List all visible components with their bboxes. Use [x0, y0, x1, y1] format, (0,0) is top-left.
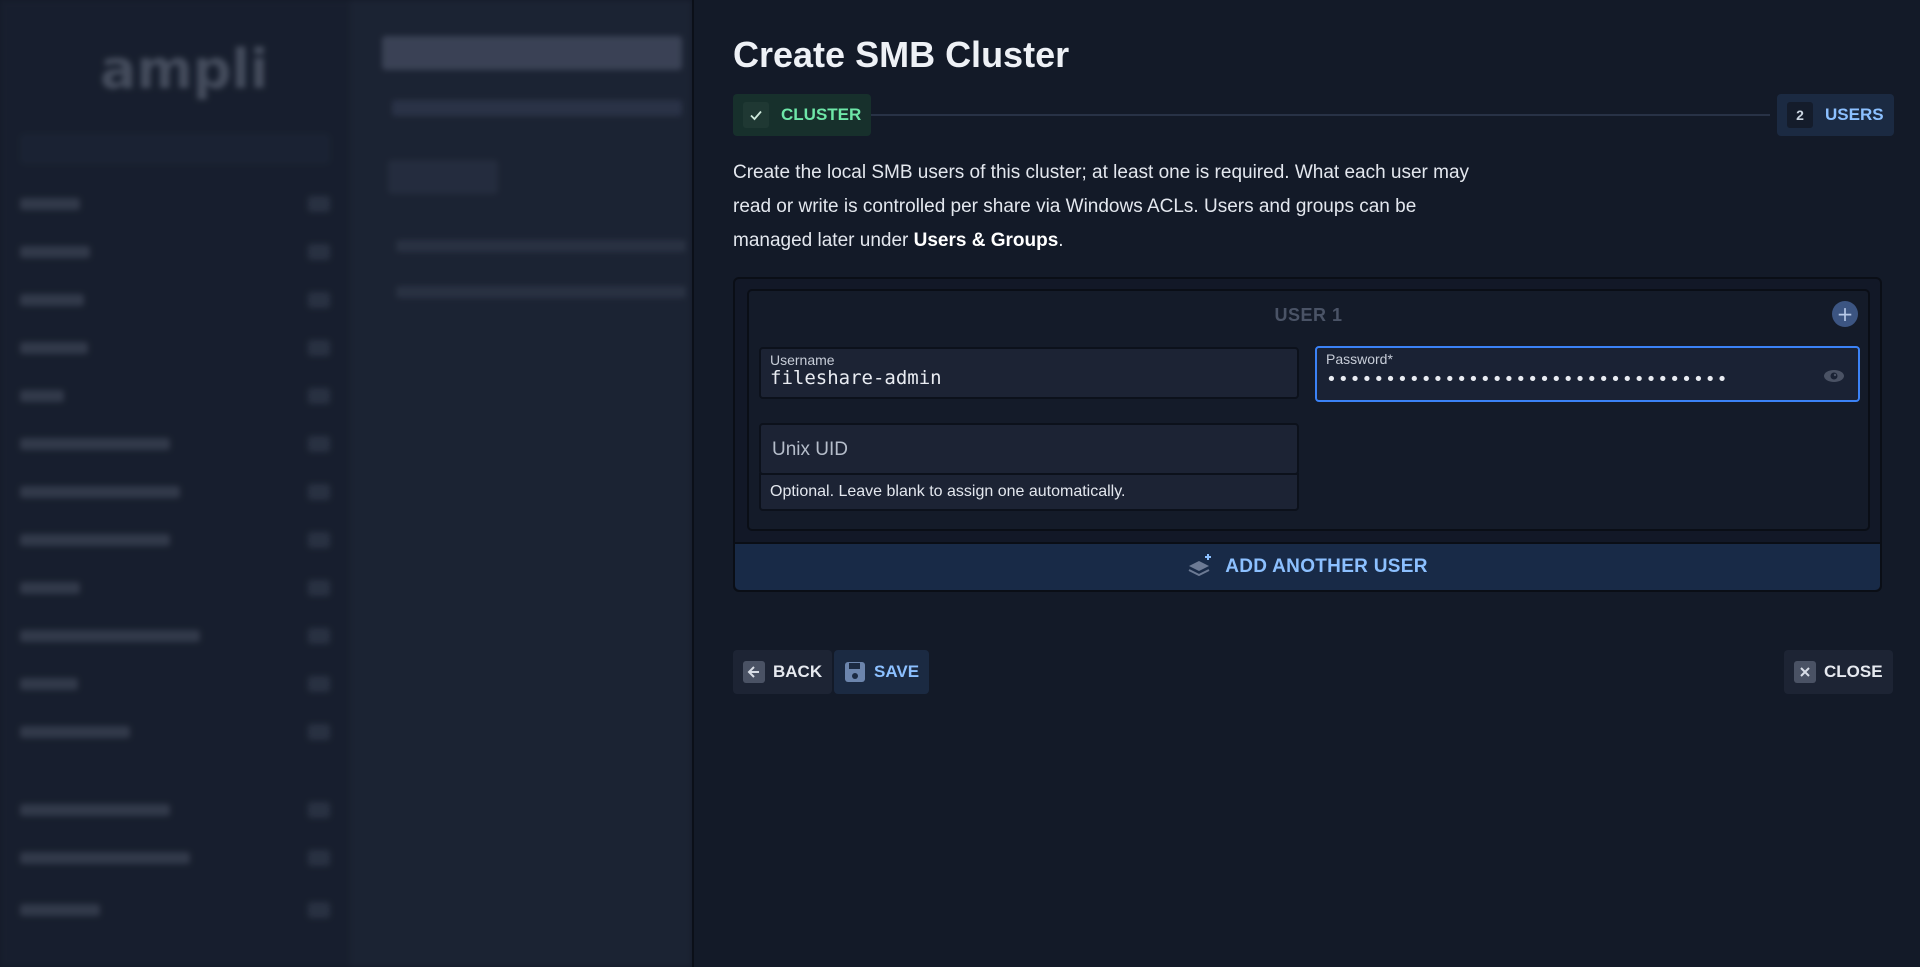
user-card-heading: USER 1 [1274, 305, 1343, 325]
background-nav-item [20, 337, 330, 359]
step-cluster[interactable]: CLUSTER [733, 94, 872, 136]
background-sidebar: ampli [0, 0, 350, 967]
step-users-label: USERS [1825, 105, 1884, 124]
background-main [350, 0, 692, 967]
background-nav-item [20, 289, 330, 311]
background-nav-item [20, 577, 330, 599]
page-title: Create SMB Cluster [733, 34, 1070, 75]
password-field[interactable]: Password* ••••••••••••••••••••••••••••••… [1315, 346, 1860, 402]
step-users-number: 2 [1787, 102, 1813, 128]
plus-icon[interactable]: + [1832, 301, 1858, 327]
unix-uid-placeholder: Unix UID [772, 439, 849, 460]
close-button[interactable]: CLOSE [1784, 650, 1893, 694]
step-users[interactable]: 2 USERS [1777, 94, 1894, 136]
background-nav-item [20, 529, 330, 551]
background-nav-item [20, 385, 330, 407]
background-title [382, 36, 682, 70]
add-layers-icon [1187, 552, 1215, 582]
background-nav-item [20, 721, 330, 743]
background-row [396, 240, 686, 252]
password-value[interactable]: •••••••••••••••••••••••••••••••••• [1326, 369, 1728, 390]
background-app: ampli [0, 0, 692, 967]
background-button [388, 160, 498, 194]
background-nav-item [20, 625, 330, 647]
background-nav-item [20, 673, 330, 695]
check-icon [743, 102, 769, 128]
step-cluster-label: CLUSTER [781, 105, 862, 124]
create-smb-cluster-drawer: Create SMB Cluster CLUSTER 2 USERS Creat… [692, 0, 1920, 967]
user-card: USER 1 + Username fileshare-admin Passwo… [747, 289, 1870, 531]
username-label: Username [770, 352, 835, 368]
add-another-user-button[interactable]: ADD ANOTHER USER [735, 542, 1880, 590]
save-button[interactable]: SAVE [834, 650, 930, 694]
save-label: SAVE [874, 662, 920, 681]
add-another-user-label: ADD ANOTHER USER [1225, 556, 1428, 577]
background-tabs [392, 100, 682, 116]
eye-icon[interactable] [1822, 368, 1846, 384]
background-nav-item [20, 847, 330, 869]
users-groups-link[interactable]: Users & Groups [914, 230, 1059, 251]
stepper-connector [871, 114, 1770, 116]
background-nav-item [20, 193, 330, 215]
description-text-end: . [1058, 230, 1064, 251]
background-row [396, 286, 686, 298]
background-nav-item [20, 899, 330, 921]
password-label: Password* [1326, 351, 1393, 367]
background-nav-item [20, 799, 330, 821]
back-label: BACK [773, 662, 823, 681]
close-icon [1794, 661, 1816, 683]
background-logo: ampli [100, 38, 269, 101]
step-description: Create the local SMB users of this clust… [733, 156, 1493, 258]
close-label: CLOSE [1824, 662, 1883, 681]
unix-uid-helper-text: Optional. Leave blank to assign one auto… [770, 483, 1126, 500]
users-section: USER 1 + Username fileshare-admin Passwo… [733, 277, 1882, 592]
back-button[interactable]: BACK [733, 650, 833, 694]
description-text: Create the local SMB users of this clust… [733, 162, 1470, 251]
background-nav-item [20, 481, 330, 503]
unix-uid-helper: Optional. Leave blank to assign one auto… [759, 473, 1299, 511]
background-search [20, 134, 330, 164]
floppy-disk-icon [844, 661, 866, 683]
background-nav-item [20, 241, 330, 263]
username-field[interactable]: Username fileshare-admin [759, 347, 1299, 399]
background-nav-item [20, 433, 330, 455]
unix-uid-field[interactable]: Unix UID [759, 423, 1299, 475]
arrow-left-icon [743, 661, 765, 683]
username-value[interactable]: fileshare-admin [770, 367, 942, 389]
